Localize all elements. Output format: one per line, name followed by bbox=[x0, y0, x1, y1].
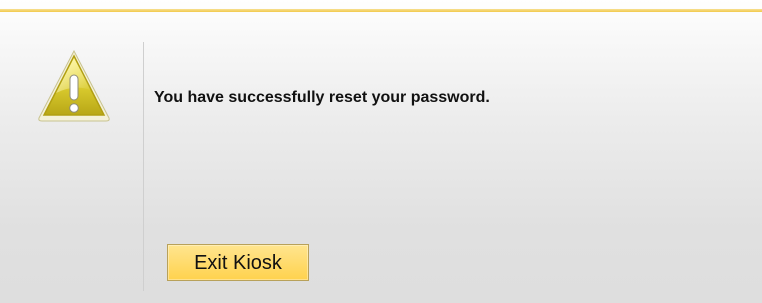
vertical-divider bbox=[143, 42, 144, 291]
success-message: You have successfully reset your passwor… bbox=[154, 89, 490, 106]
exit-kiosk-button[interactable]: Exit Kiosk bbox=[167, 244, 309, 281]
warning-icon bbox=[38, 49, 110, 122]
kiosk-message-dialog: You have successfully reset your passwor… bbox=[0, 0, 762, 303]
